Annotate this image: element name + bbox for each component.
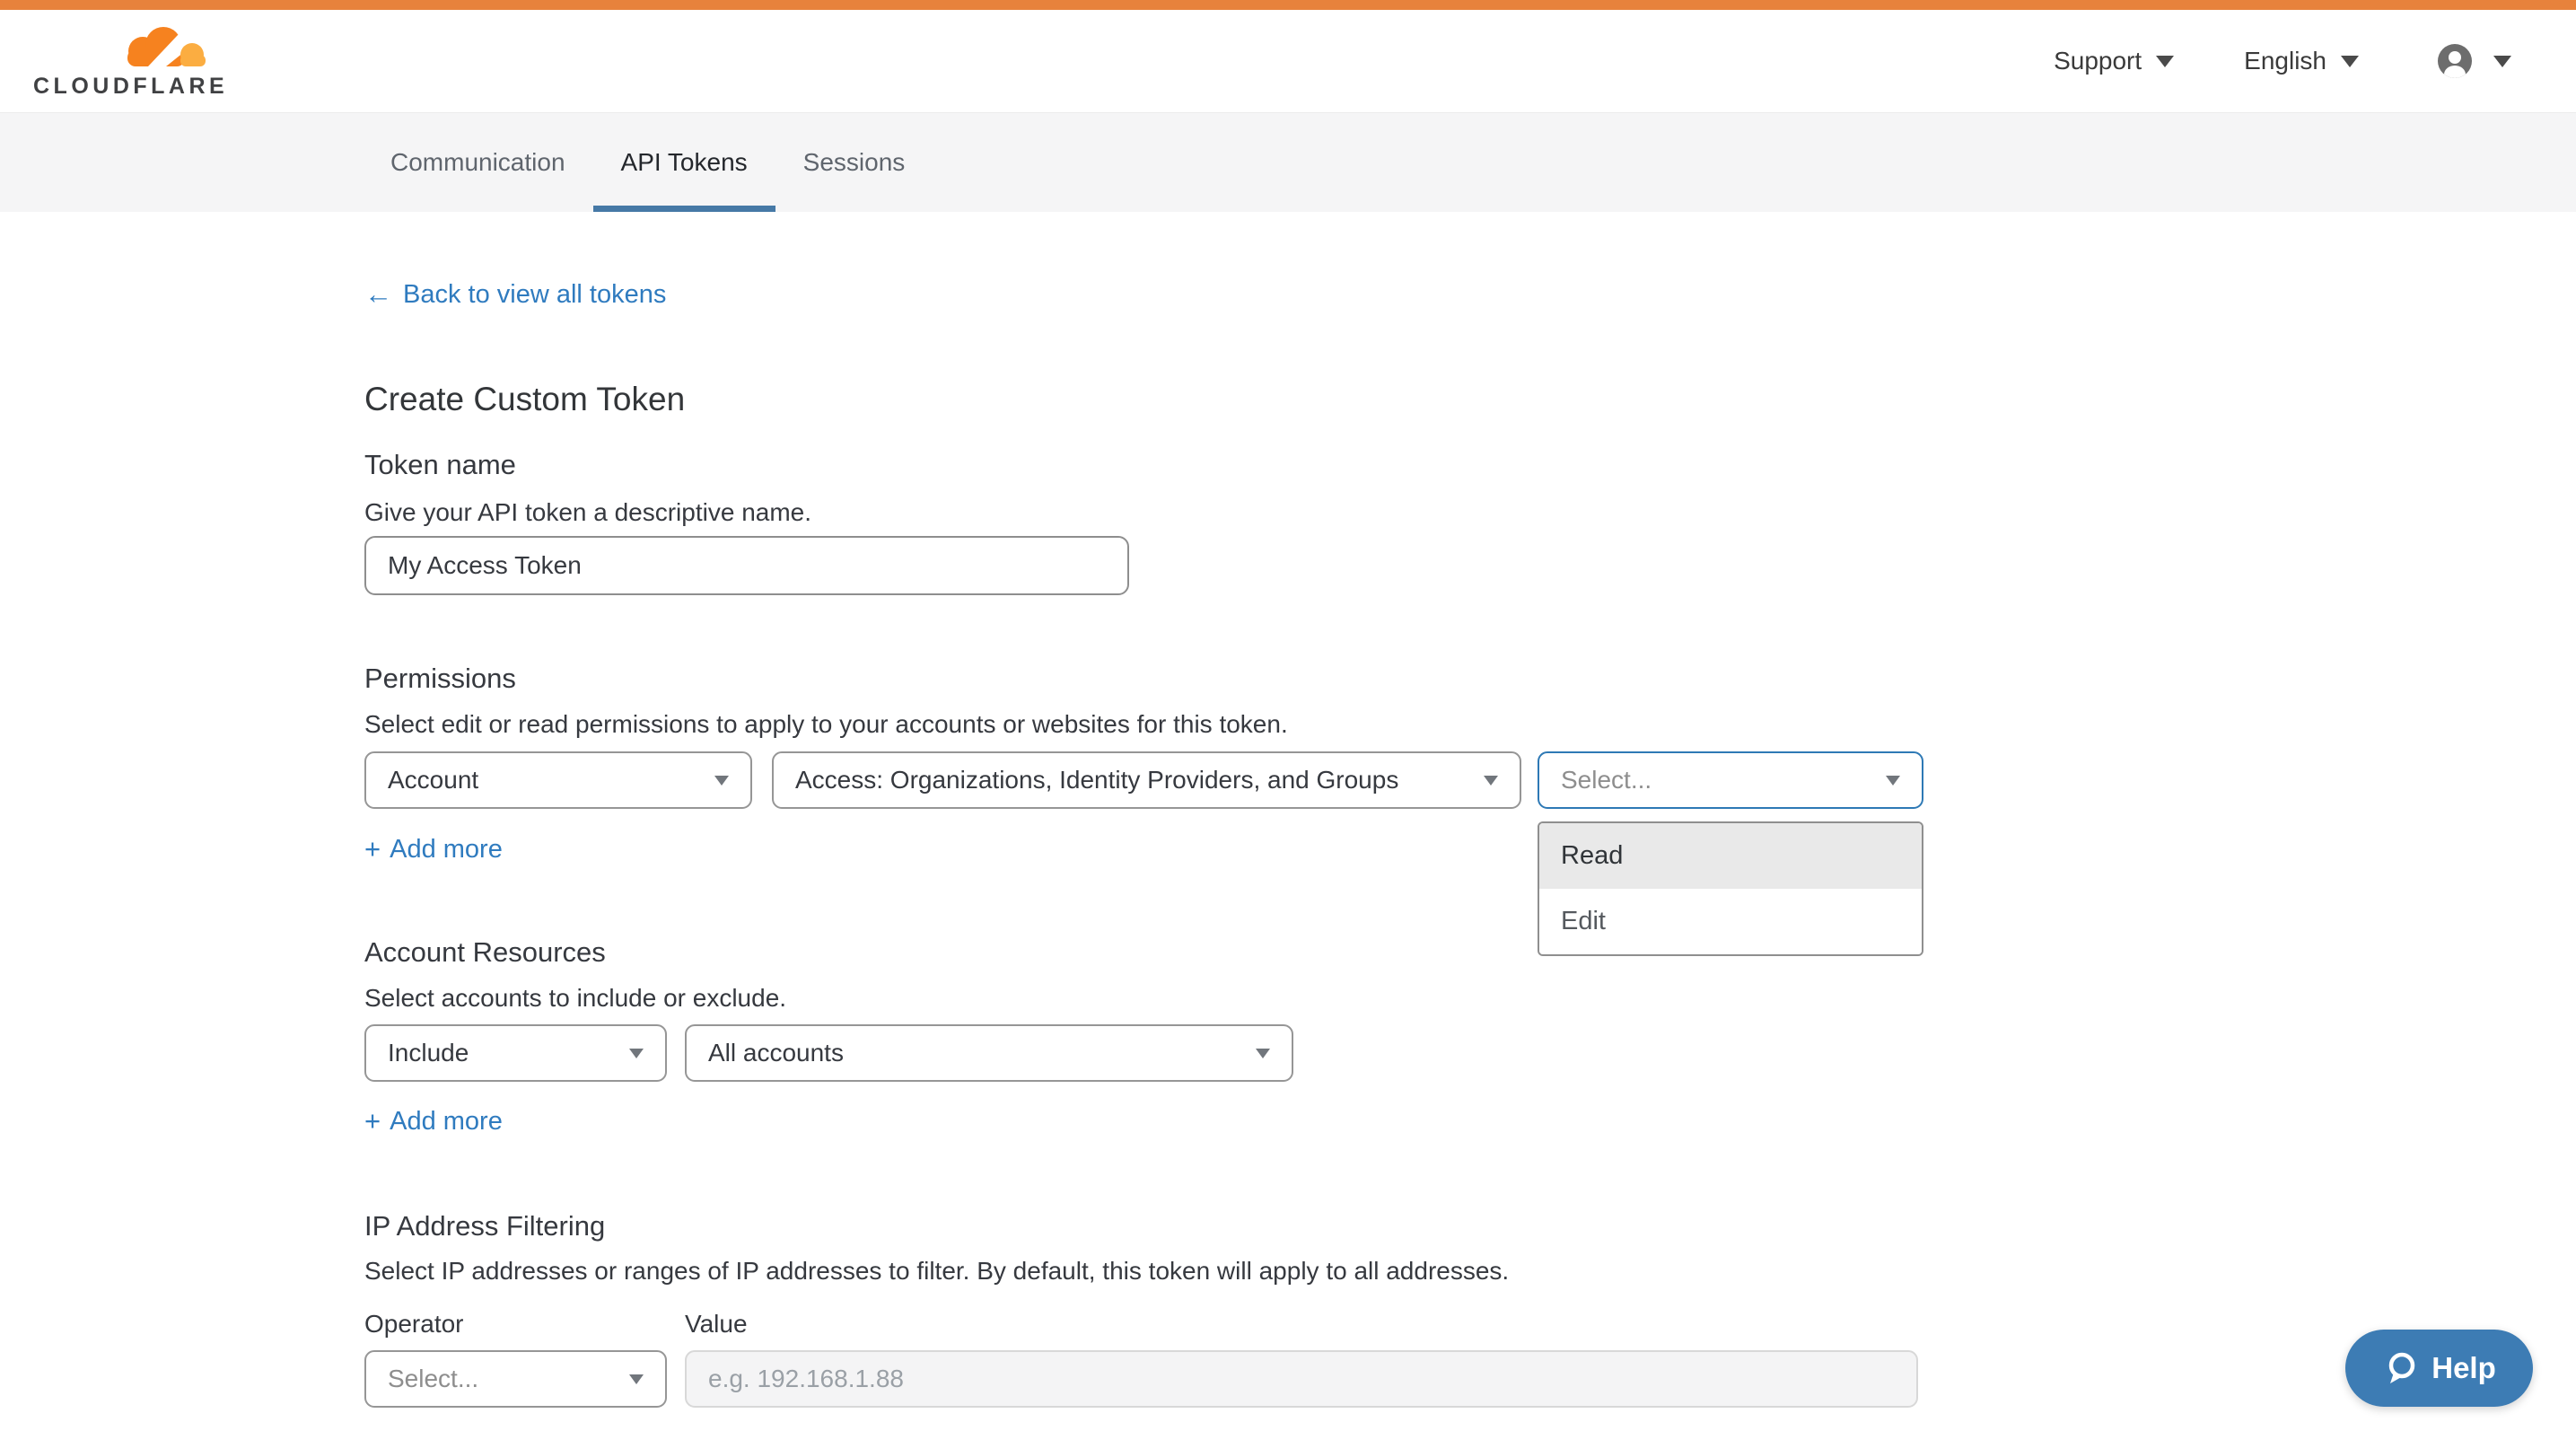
ip-value-input[interactable] [685, 1350, 1918, 1408]
tab-api-tokens[interactable]: API Tokens [593, 113, 775, 212]
user-avatar-icon [2438, 44, 2472, 78]
value-label: Value [685, 1309, 748, 1339]
permission-resource-select[interactable]: Access: Organizations, Identity Provider… [772, 751, 1521, 809]
chevron-down-icon [1484, 776, 1498, 786]
profile-tabs: Communication API Tokens Sessions [0, 112, 2576, 212]
permissions-add-more-button[interactable]: + Add more [364, 834, 503, 865]
account-resources-row: Include All accounts [364, 1024, 2576, 1082]
permission-scope-select[interactable]: Account [364, 751, 752, 809]
plus-icon: + [364, 834, 381, 865]
chevron-down-icon [629, 1049, 644, 1058]
permission-level-select[interactable]: Select... [1538, 751, 1923, 809]
language-menu[interactable]: English [2244, 47, 2359, 75]
tab-sessions[interactable]: Sessions [775, 113, 933, 212]
language-label: English [2244, 47, 2326, 75]
header: CLOUDFLARE Support English [0, 10, 2576, 112]
support-label: Support [2054, 47, 2142, 75]
chevron-down-icon [2493, 56, 2511, 67]
account-menu[interactable] [2438, 44, 2511, 78]
ip-filtering-labels: Operator Value [364, 1309, 2576, 1339]
cloudflare-wordmark: CLOUDFLARE [33, 74, 228, 100]
help-button[interactable]: Help [2345, 1330, 2533, 1407]
plus-icon: + [364, 1106, 381, 1137]
back-arrow-icon: ← [364, 279, 392, 310]
permissions-heading: Permissions [364, 662, 2576, 695]
ip-filtering-heading: IP Address Filtering [364, 1209, 2576, 1242]
permission-level-menu: Read Edit [1538, 821, 1923, 956]
main-content: ← Back to view all tokens Create Custom … [0, 279, 2576, 1408]
permissions-description: Select edit or read permissions to apply… [364, 709, 2576, 739]
back-link-label: Back to view all tokens [403, 279, 666, 310]
permissions-row: Account Access: Organizations, Identity … [364, 751, 2576, 809]
account-target-select[interactable]: All accounts [685, 1024, 1293, 1082]
account-resources-heading: Account Resources [364, 935, 2576, 969]
chevron-down-icon [714, 776, 729, 786]
support-menu[interactable]: Support [2054, 47, 2174, 75]
permission-level-wrap: Select... Read Edit [1538, 751, 1923, 809]
chat-bubble-icon [2382, 1349, 2420, 1387]
ip-filtering-row: Select... [364, 1350, 2576, 1408]
back-to-tokens-link[interactable]: ← Back to view all tokens [364, 279, 666, 310]
account-include-select[interactable]: Include [364, 1024, 667, 1082]
menu-option-edit[interactable]: Edit [1539, 889, 1922, 954]
tab-communication[interactable]: Communication [363, 113, 593, 212]
header-right: Support English [2054, 44, 2511, 78]
account-resources-description: Select accounts to include or exclude. [364, 983, 2576, 1013]
ip-filtering-description: Select IP addresses or ranges of IP addr… [364, 1256, 2576, 1286]
menu-option-read[interactable]: Read [1539, 823, 1922, 889]
ip-operator-select[interactable]: Select... [364, 1350, 667, 1408]
token-name-input[interactable] [364, 536, 1129, 595]
cloudflare-cloud-icon [116, 23, 210, 70]
chevron-down-icon [1886, 776, 1900, 786]
account-resources-add-more-button[interactable]: + Add more [364, 1106, 503, 1137]
chevron-down-icon [2156, 56, 2174, 67]
token-name-description: Give your API token a descriptive name. [364, 497, 2576, 527]
chevron-down-icon [1256, 1049, 1270, 1058]
chevron-down-icon [2341, 56, 2359, 67]
help-label: Help [2431, 1351, 2496, 1385]
top-accent-bar [0, 0, 2576, 10]
token-name-heading: Token name [364, 448, 2576, 481]
cloudflare-logo[interactable]: CLOUDFLARE [33, 23, 228, 100]
page-title: Create Custom Token [364, 380, 2576, 419]
operator-label: Operator [364, 1309, 685, 1339]
chevron-down-icon [629, 1374, 644, 1384]
